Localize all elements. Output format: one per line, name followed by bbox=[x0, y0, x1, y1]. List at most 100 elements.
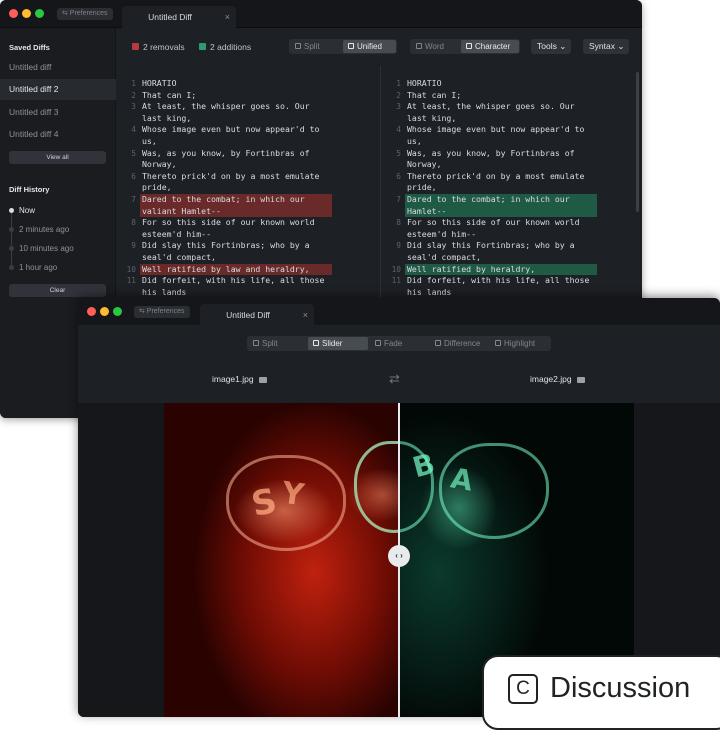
history-item[interactable]: Now bbox=[19, 206, 35, 215]
history-timeline bbox=[11, 210, 12, 268]
history-item[interactable]: 1 hour ago bbox=[19, 263, 57, 272]
maximize-window-button[interactable] bbox=[113, 307, 122, 316]
word-label: Word bbox=[425, 42, 444, 51]
slider-handle-icon[interactable]: ‹ › bbox=[388, 545, 410, 567]
line-text: us, bbox=[142, 136, 157, 146]
line-text: Dared to the combat; in which our bbox=[142, 194, 305, 204]
line-text: Thereto prick'd on by a most emulate bbox=[142, 170, 320, 181]
code-line: 4 Whose image even but now appear'd to bbox=[116, 124, 380, 136]
code-line: Norway, bbox=[381, 159, 639, 171]
history-dot-icon bbox=[9, 227, 14, 232]
code-line: us, bbox=[116, 136, 380, 148]
discussion-button[interactable]: C Discussion bbox=[482, 655, 720, 730]
right-diff-pane[interactable]: 1 HORATIO 2 That can I; 3 At least, the whisp… bbox=[381, 78, 639, 303]
tools-dropdown[interactable]: Tools ⌄ bbox=[531, 39, 571, 54]
line-text: Was, as you know, by Fortinbras of bbox=[407, 147, 575, 158]
line-number: 6 bbox=[131, 171, 136, 181]
right-file-name[interactable]: image2.jpg bbox=[530, 374, 585, 384]
left-diff-pane[interactable]: 1 HORATIO 2 That can I; 3 At least, the whisp… bbox=[116, 78, 380, 303]
line-number: 9 bbox=[131, 241, 136, 251]
line-text: Whose image even but now appear'd to bbox=[407, 124, 585, 135]
close-tab-icon[interactable]: × bbox=[303, 304, 308, 326]
mode-fade-button[interactable]: Fade bbox=[370, 337, 428, 350]
line-text: Norway, bbox=[407, 159, 442, 170]
discussion-icon: C bbox=[508, 674, 538, 704]
line-text: esteem'd him-- bbox=[407, 228, 477, 239]
line-text: That can I; bbox=[142, 89, 197, 100]
preferences-button[interactable]: ⇆ Preferences bbox=[134, 306, 190, 318]
saved-diff-item[interactable]: Untitled diff 3 bbox=[0, 102, 116, 123]
line-number: 5 bbox=[396, 148, 401, 158]
mode-highlight-button[interactable]: Highlight bbox=[490, 337, 550, 350]
mode-label: Difference bbox=[444, 339, 481, 348]
saved-diff-item[interactable]: Untitled diff bbox=[0, 57, 116, 78]
line-text: his lands bbox=[142, 286, 187, 297]
character-mode-button[interactable]: Character bbox=[461, 40, 519, 53]
line-text: At least, the whisper goes so. Our bbox=[407, 101, 575, 112]
code-line: 3 At least, the whisper goes so. Our bbox=[116, 101, 380, 113]
code-line: 11 Did forfeit, with his life, all those bbox=[116, 275, 380, 287]
code-line: 9 Did slay this Fortinbras; who by a bbox=[116, 240, 380, 252]
image-diff-toolbar: Split Slider Fade Difference Highlight bbox=[78, 325, 720, 365]
history-item[interactable]: 10 minutes ago bbox=[19, 244, 74, 253]
history-item[interactable]: 2 minutes ago bbox=[19, 225, 69, 234]
line-number: 10 bbox=[126, 264, 136, 274]
line-text: pride, bbox=[407, 182, 437, 193]
preferences-button[interactable]: ⇆ Preferences bbox=[57, 8, 113, 20]
code-line: 2 That can I; bbox=[116, 90, 380, 102]
close-window-button[interactable] bbox=[87, 307, 96, 316]
line-text: us, bbox=[407, 136, 422, 146]
code-line: 10 Well ratified by heraldry, bbox=[381, 263, 639, 276]
highlight-icon bbox=[495, 340, 501, 346]
split-icon bbox=[253, 340, 259, 346]
saved-diff-item-active[interactable]: Untitled diff 2 bbox=[0, 79, 116, 100]
syntax-dropdown[interactable]: Syntax ⌄ bbox=[583, 39, 629, 54]
code-line: 6 Thereto prick'd on by a most emulate bbox=[116, 171, 380, 183]
mode-split-button[interactable]: Split bbox=[248, 337, 306, 350]
line-number: 5 bbox=[131, 148, 136, 158]
line-number: 3 bbox=[396, 102, 401, 112]
line-number: 3 bbox=[131, 102, 136, 112]
mode-slider-button[interactable]: Slider bbox=[308, 337, 368, 350]
line-text: For so this side of our known world bbox=[407, 217, 580, 228]
line-text: last king, bbox=[142, 112, 192, 123]
view-all-button[interactable]: View all bbox=[9, 151, 106, 164]
difference-icon bbox=[435, 340, 441, 346]
code-line: 7 Dared to the combat; in which our bbox=[116, 194, 380, 206]
folder-icon[interactable] bbox=[576, 377, 585, 383]
word-mode-button[interactable]: Word bbox=[411, 40, 459, 53]
mode-label: Fade bbox=[384, 339, 403, 348]
mode-difference-button[interactable]: Difference bbox=[430, 337, 488, 350]
unified-view-button[interactable]: Unified bbox=[343, 40, 396, 53]
saved-diffs-heading: Saved Diffs bbox=[9, 43, 50, 52]
close-window-button[interactable] bbox=[9, 9, 18, 18]
removal-legend-swatch bbox=[132, 43, 139, 50]
code-line: Hamlet-- bbox=[381, 205, 639, 218]
split-view-button[interactable]: Split bbox=[290, 40, 340, 53]
folder-icon[interactable] bbox=[258, 377, 267, 383]
scrollbar[interactable] bbox=[636, 72, 639, 212]
code-line: 1 HORATIO bbox=[381, 78, 639, 90]
code-line: esteem'd him-- bbox=[381, 229, 639, 241]
close-tab-icon[interactable]: × bbox=[225, 6, 230, 28]
clear-history-button[interactable]: Clear bbox=[9, 284, 106, 297]
line-text: Hamlet-- bbox=[407, 205, 447, 216]
code-line: seal'd compact, bbox=[116, 252, 380, 264]
maximize-window-button[interactable] bbox=[35, 9, 44, 18]
split-icon bbox=[295, 43, 301, 49]
mode-label: Split bbox=[262, 339, 278, 348]
word-icon bbox=[416, 43, 422, 49]
line-number: 4 bbox=[131, 125, 136, 135]
code-line: seal'd compact, bbox=[381, 252, 639, 264]
additions-count: 2 additions bbox=[210, 42, 252, 52]
left-file-name[interactable]: image1.jpg bbox=[212, 374, 267, 384]
line-number: 8 bbox=[396, 218, 401, 228]
swap-images-icon[interactable]: ⇄ bbox=[389, 371, 400, 387]
minimize-window-button[interactable] bbox=[22, 9, 31, 18]
tab-untitled-diff[interactable]: Untitled Diff × bbox=[122, 6, 236, 28]
tab-untitled-diff[interactable]: Untitled Diff × bbox=[200, 304, 314, 326]
minimize-window-button[interactable] bbox=[100, 307, 109, 316]
saved-diff-item[interactable]: Untitled diff 4 bbox=[0, 124, 116, 145]
left-file-label: image1.jpg bbox=[212, 374, 254, 384]
tab-label: Untitled Diff bbox=[226, 310, 270, 320]
